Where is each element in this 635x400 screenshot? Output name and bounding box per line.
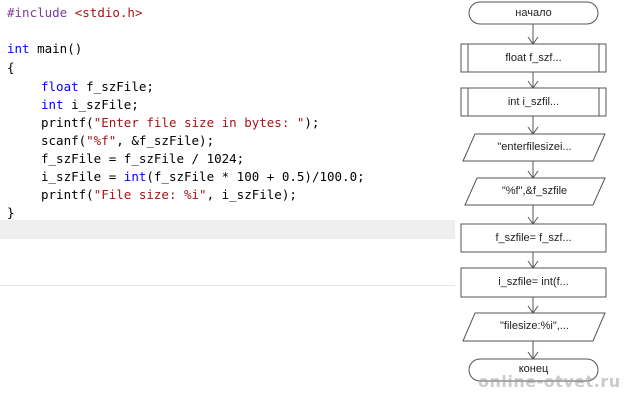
code-line-close-brace[interactable]: } [7,203,15,222]
code-line-decl-int[interactable]: int i_szFile; [41,95,139,114]
include-header-token: <stdio.h> [67,5,143,20]
assignment-rhs: (f_szFile * 100 + 0.5)/100.0; [146,169,365,184]
close-brace: } [7,205,15,220]
code-line-main[interactable]: int main() [7,39,82,58]
function-call: printf( [41,115,94,130]
call-end: , i_szFile); [206,187,297,202]
current-line-highlight [0,220,455,239]
assignment-statement: f_szFile = f_szFile / 1024; [41,151,245,166]
open-brace: { [7,60,15,75]
keyword-token: int [41,97,64,112]
code-line-assign-kb[interactable]: f_szFile = f_szFile / 1024; [41,149,244,168]
code-line-scanf[interactable]: scanf("%f", &f_szFile); [41,131,214,150]
preprocessor-token: #include [7,5,68,20]
main-signature: main() [29,41,83,56]
decl-int-label: int i_szfil... [507,96,560,108]
string-literal: "File size: %i" [93,187,207,202]
process-convert-label: f_szfile= f_szf... [495,232,572,244]
code-line-open-brace[interactable]: { [7,58,15,77]
string-literal: "%f" [86,133,117,148]
watermark-text: online-otvet.ru [478,372,621,391]
decl-float-label: float f_szf... [505,52,562,64]
flowchart: начало float f_szf... int i_szfil... "en… [455,0,635,400]
decl-identifier: f_szFile; [78,79,154,94]
code-line-include[interactable]: #include <stdio.h> [7,3,142,22]
code-line-assign-round[interactable]: i_szFile = int(f_szFile * 100 + 0.5)/100… [41,167,365,186]
code-editor[interactable]: #include <stdio.h> int main() { float f_… [0,0,455,286]
string-literal: "Enter file size in bytes: " [93,115,305,130]
process-round-label: i_szfile= int(f... [498,276,569,288]
assignment-lhs: i_szFile = [41,169,124,184]
call-end: ); [304,115,320,130]
keyword-token: int [7,41,30,56]
input-scanf-label: "%f",&f_szfile [501,185,568,197]
keyword-token: float [41,79,79,94]
decl-identifier: i_szFile; [63,97,139,112]
output-result-label: "filesize:%i",... [500,320,569,332]
start-label: начало [515,7,552,19]
code-line-printf-prompt[interactable]: printf("Enter file size in bytes: "); [41,113,319,132]
output-prompt-label: "enterfilesizei... [497,141,572,153]
function-call: printf( [41,187,94,202]
function-call: scanf( [41,133,87,148]
code-line-decl-float[interactable]: float f_szFile; [41,77,154,96]
call-end: , &f_szFile); [116,133,215,148]
keyword-token: int [123,169,147,184]
code-line-printf-result[interactable]: printf("File size: %i", i_szFile); [41,185,297,204]
